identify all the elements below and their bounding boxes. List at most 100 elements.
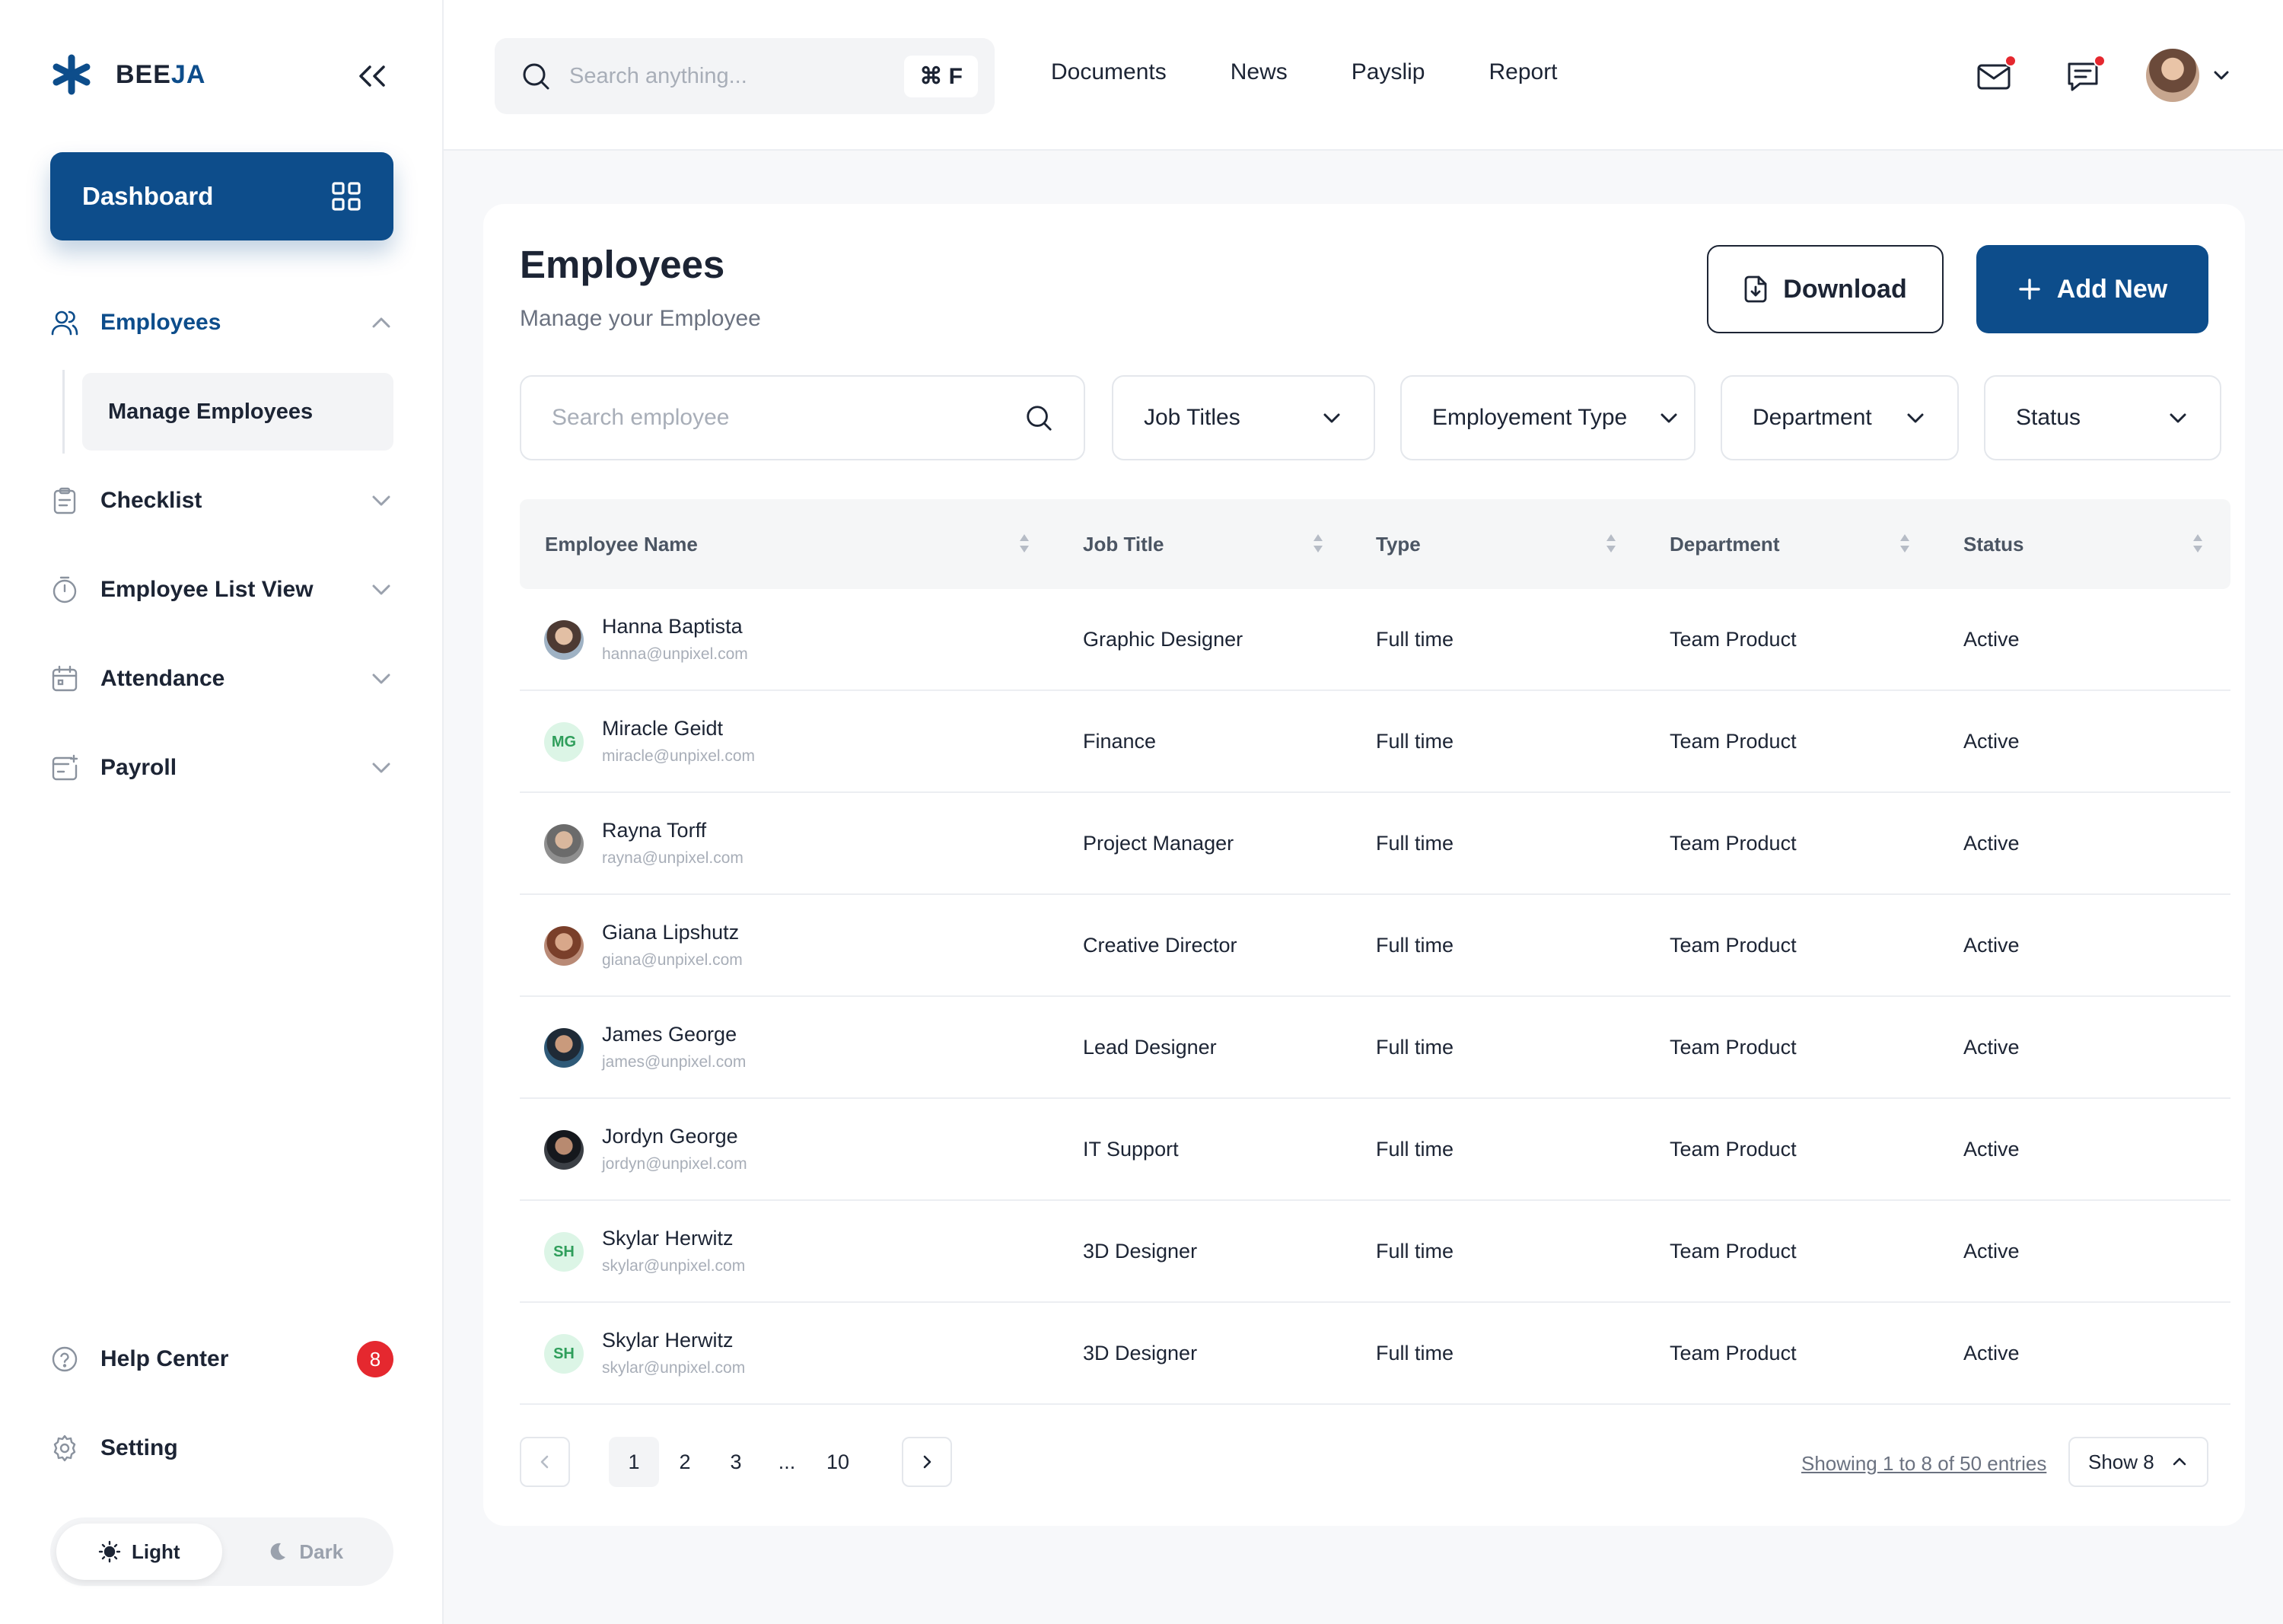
chevron-down-icon — [372, 495, 390, 506]
type-cell: Full time — [1376, 831, 1454, 855]
global-search[interactable]: Search anything... ⌘ F — [495, 38, 995, 114]
filter-label: Status — [2016, 405, 2081, 430]
users-icon — [51, 310, 78, 336]
mail-button[interactable] — [1976, 55, 2017, 94]
employee-email: jordyn@unpixel.com — [602, 1155, 747, 1173]
nav-report[interactable]: Report — [1489, 59, 1557, 85]
theme-dark-label: Dark — [299, 1540, 344, 1563]
nav-documents[interactable]: Documents — [1051, 59, 1167, 85]
chevron-down-icon — [1323, 413, 1340, 423]
sort-icon[interactable] — [1311, 531, 1325, 556]
employee-email: hanna@unpixel.com — [602, 645, 748, 663]
department-cell: Team Product — [1670, 1239, 1797, 1263]
chevron-left-icon — [540, 1455, 549, 1469]
table-row[interactable]: Rayna Torff rayna@unpixel.com Project Ma… — [520, 793, 2230, 895]
sidebar-item-checklist[interactable]: Checklist — [50, 478, 393, 524]
filter-job-titles[interactable]: Job Titles — [1112, 375, 1375, 460]
employee-email: skylar@unpixel.com — [602, 1257, 746, 1275]
employee-name: Skylar Herwitz — [602, 1329, 734, 1352]
job-title-cell: Lead Designer — [1083, 1035, 1217, 1059]
status-cell: Active — [1963, 831, 2020, 855]
job-title-cell: 3D Designer — [1083, 1239, 1198, 1263]
department-cell: Team Product — [1670, 627, 1797, 651]
column-header-department[interactable]: Department — [1670, 499, 1779, 589]
moon-icon — [271, 1543, 286, 1560]
theme-dark-option[interactable]: Dark — [222, 1524, 388, 1580]
page-size-select[interactable]: Show 8 — [2068, 1437, 2208, 1487]
column-header-job-title[interactable]: Job Title — [1083, 499, 1164, 589]
employee-search[interactable]: Search employee — [520, 375, 1085, 460]
user-avatar[interactable] — [2146, 49, 2199, 102]
type-cell: Full time — [1376, 627, 1454, 651]
sidebar-item-label: Checklist — [100, 488, 202, 513]
employee-email: giana@unpixel.com — [602, 951, 743, 969]
employee-name: James George — [602, 1023, 737, 1046]
table-header: Employee Name Job Title Type Department … — [520, 499, 2230, 589]
employee-search-input[interactable]: Search employee — [552, 405, 1024, 431]
sidebar-item-payroll[interactable]: Payroll — [50, 745, 393, 791]
search-icon — [1027, 406, 1052, 431]
department-cell: Team Product — [1670, 831, 1797, 855]
sidebar-item-employees[interactable]: Employees — [50, 300, 393, 345]
top-nav: Documents News Payslip Report — [1051, 59, 1558, 85]
employee-name: Rayna Torff — [602, 819, 707, 842]
file-download-icon — [1744, 275, 1767, 303]
search-input[interactable]: Search anything... — [569, 64, 904, 89]
table-row[interactable]: Hanna Baptista hanna@unpixel.com Graphic… — [520, 589, 2230, 691]
page-title: Employees — [520, 243, 725, 286]
unread-dot — [2094, 55, 2106, 67]
table-row[interactable]: Jordyn George jordyn@unpixel.com IT Supp… — [520, 1099, 2230, 1201]
status-cell: Active — [1963, 1239, 2020, 1263]
department-cell: Team Product — [1670, 729, 1797, 753]
next-page-button[interactable] — [902, 1437, 952, 1487]
page-button[interactable]: 3 — [711, 1437, 761, 1487]
department-cell: Team Product — [1670, 1137, 1797, 1161]
nav-payslip[interactable]: Payslip — [1352, 59, 1425, 85]
sidebar-item-label: Employee List View — [100, 577, 314, 602]
add-new-button[interactable]: Add New — [1976, 245, 2208, 333]
sort-icon[interactable] — [1898, 531, 1912, 556]
messages-button[interactable] — [2065, 55, 2106, 94]
download-button[interactable]: Download — [1707, 245, 1944, 333]
sort-icon[interactable] — [2191, 531, 2205, 556]
table-row[interactable]: SH Skylar Herwitz skylar@unpixel.com 3D … — [520, 1303, 2230, 1405]
table-row[interactable]: SH Skylar Herwitz skylar@unpixel.com 3D … — [520, 1201, 2230, 1303]
brand-logo[interactable]: BEEJA — [50, 53, 205, 96]
avatar — [544, 1130, 584, 1170]
sort-icon[interactable] — [1604, 531, 1618, 556]
table-row[interactable]: Giana Lipshutz giana@unpixel.com Creativ… — [520, 895, 2230, 997]
column-header-status[interactable]: Status — [1963, 499, 2023, 589]
filter-status[interactable]: Status — [1984, 375, 2221, 460]
table-row[interactable]: James George james@unpixel.com Lead Desi… — [520, 997, 2230, 1099]
filter-label: Employement Type — [1432, 405, 1628, 430]
page-button[interactable]: 10 — [813, 1437, 863, 1487]
filter-employment-type[interactable]: Employement Type — [1400, 375, 1696, 460]
nav-news[interactable]: News — [1231, 59, 1288, 85]
sidebar-item-help-center[interactable]: Help Center 8 — [50, 1336, 393, 1382]
avatar: SH — [544, 1232, 584, 1272]
sidebar-subitem-manage-employees[interactable]: Manage Employees — [82, 373, 393, 451]
sidebar-item-attendance[interactable]: Attendance — [50, 656, 393, 702]
sidebar-item-employee-list-view[interactable]: Employee List View — [50, 567, 393, 613]
timer-icon — [53, 576, 77, 603]
sidebar-item-label: Setting — [100, 1435, 178, 1460]
sort-icon[interactable] — [1017, 531, 1031, 556]
sidebar-item-label: Help Center — [100, 1346, 229, 1371]
avatar — [544, 926, 584, 966]
column-header-type[interactable]: Type — [1376, 499, 1421, 589]
collapse-sidebar-button[interactable] — [355, 61, 390, 91]
chevron-down-icon[interactable] — [2211, 65, 2231, 85]
prev-page-button[interactable] — [520, 1437, 570, 1487]
avatar: SH — [544, 1334, 584, 1374]
filter-department[interactable]: Department — [1721, 375, 1959, 460]
sidebar-item-setting[interactable]: Setting — [50, 1425, 393, 1471]
type-cell: Full time — [1376, 1137, 1454, 1161]
dashboard-button[interactable]: Dashboard — [50, 152, 393, 240]
page-button[interactable]: 1 — [609, 1437, 659, 1487]
sidebar: BEEJA Dashboard Employees Manage Employe… — [0, 0, 444, 1624]
table-row[interactable]: MG Miracle Geidt miracle@unpixel.com Fin… — [520, 691, 2230, 793]
type-cell: Full time — [1376, 1239, 1454, 1263]
column-header-employee-name[interactable]: Employee Name — [545, 499, 698, 589]
page-button[interactable]: 2 — [660, 1437, 710, 1487]
theme-light-option[interactable]: Light — [56, 1524, 222, 1580]
